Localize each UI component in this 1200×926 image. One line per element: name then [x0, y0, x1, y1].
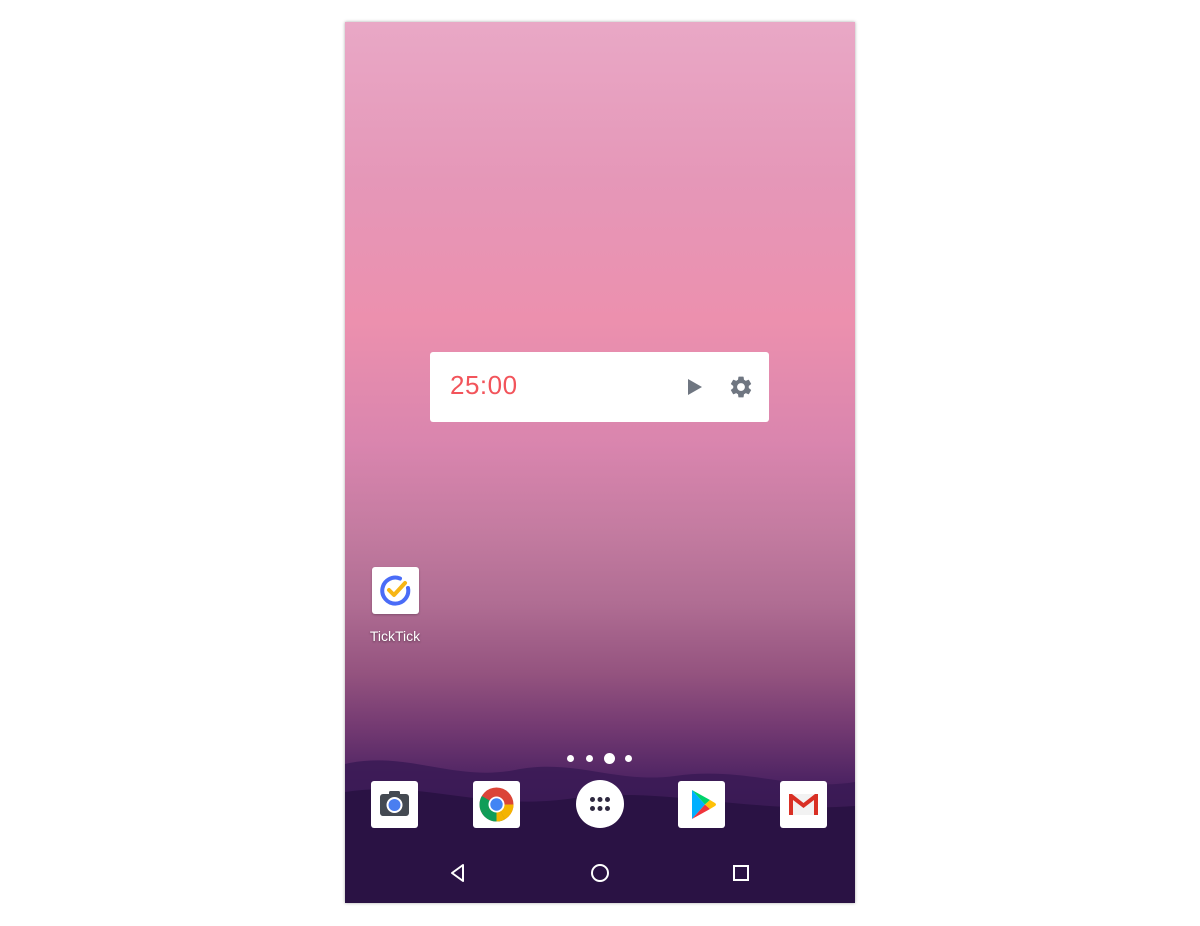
home-icon[interactable] — [589, 862, 611, 884]
gear-icon[interactable] — [728, 374, 754, 400]
camera-icon[interactable] — [371, 781, 418, 828]
ticktick-icon[interactable] — [371, 567, 419, 614]
focus-timer-widget[interactable]: 25:00 — [430, 352, 769, 422]
play-icon[interactable] — [681, 374, 707, 400]
recents-icon[interactable] — [730, 862, 752, 884]
timer-display[interactable]: 25:00 — [450, 370, 518, 401]
page-indicator — [345, 752, 855, 764]
page-dot[interactable] — [586, 755, 593, 762]
page-dot[interactable] — [625, 755, 632, 762]
app-shortcut-ticktick[interactable]: TickTick — [355, 567, 435, 644]
play-store-icon[interactable] — [678, 781, 725, 828]
app-drawer-icon[interactable] — [576, 780, 624, 828]
page-dot-active[interactable] — [604, 753, 615, 764]
gmail-icon[interactable] — [780, 781, 827, 828]
page-dot[interactable] — [567, 755, 574, 762]
chrome-icon[interactable] — [473, 781, 520, 828]
home-screen: 25:00 TickTick — [345, 22, 855, 903]
back-icon[interactable] — [447, 862, 469, 884]
app-label: TickTick — [369, 628, 421, 644]
